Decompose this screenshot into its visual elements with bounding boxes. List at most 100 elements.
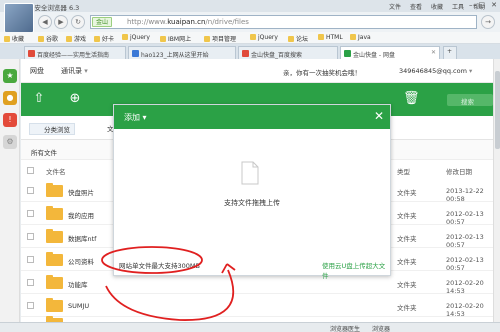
annotation-ellipse bbox=[101, 246, 203, 274]
file-date: 2012-02-20 14:53 bbox=[446, 279, 484, 295]
tab-hao123[interactable]: hao123_上网从这里开始 bbox=[128, 46, 236, 59]
bookmark-item[interactable]: IBM网上 bbox=[160, 34, 191, 43]
folder-icon bbox=[66, 36, 72, 42]
browser-doctor[interactable]: 浏览器医生 bbox=[330, 324, 360, 332]
select-all-checkbox[interactable] bbox=[27, 167, 34, 174]
address-bar[interactable]: 金山 http://www.kuaipan.cn/n/drive/files bbox=[90, 15, 477, 29]
avatar[interactable] bbox=[4, 3, 34, 33]
bookmark-item[interactable]: 论坛 bbox=[288, 34, 308, 43]
contacts-menu[interactable]: 通讯录 ▾ bbox=[61, 66, 88, 76]
minimize-button[interactable]: – bbox=[469, 1, 473, 9]
url-domain: kuaipan.cn bbox=[167, 18, 206, 26]
menu-file[interactable]: 文件 bbox=[389, 4, 401, 11]
file-name[interactable]: 快盘照片 bbox=[68, 187, 94, 197]
file-type: 文件夹 bbox=[397, 258, 417, 266]
drive-logo-label[interactable]: 网盘 bbox=[30, 66, 44, 76]
row-checkbox[interactable] bbox=[27, 302, 34, 309]
search-input[interactable]: 搜索 bbox=[447, 94, 493, 106]
scroll-thumb[interactable] bbox=[495, 71, 500, 149]
go-button[interactable]: → bbox=[481, 15, 495, 29]
tab-kuaipan[interactable]: 金山快盘 - 网盘 ✕ bbox=[340, 46, 440, 59]
tab-category-browse[interactable]: 分类浏览 bbox=[29, 123, 75, 135]
file-name[interactable]: 数据库ntf bbox=[68, 233, 96, 243]
column-header-name[interactable]: 文件名 bbox=[46, 166, 66, 176]
bookmark-item[interactable]: jQuery bbox=[122, 34, 150, 41]
forward-button[interactable]: ▶ bbox=[54, 15, 68, 29]
folder-icon bbox=[122, 34, 128, 40]
weibo-icon[interactable]: ● bbox=[3, 91, 17, 105]
file-date: 2012-02-13 00:57 bbox=[446, 233, 484, 249]
left-sidebar: ★ ● ! ⚙ bbox=[0, 59, 20, 322]
caret-down-icon: ▾ bbox=[469, 67, 473, 75]
new-folder-icon[interactable]: ⊕ bbox=[67, 91, 83, 107]
menu-view[interactable]: 查看 bbox=[410, 4, 422, 11]
url-text[interactable]: http://www.kuaipan.cn/n/drive/files bbox=[127, 18, 249, 26]
breadcrumb-all-files[interactable]: 所有文件 bbox=[31, 147, 57, 157]
delete-icon[interactable]: 🗑 bbox=[403, 91, 420, 107]
file-date: 2012-02-13 00:57 bbox=[446, 256, 484, 272]
add-menu[interactable]: 添加 ▾ bbox=[124, 112, 147, 123]
upload-icon[interactable]: ⇧ bbox=[31, 91, 47, 107]
row-checkbox[interactable] bbox=[27, 233, 34, 240]
file-date: 2013-12-22 00:58 bbox=[446, 187, 484, 203]
title-bar: 360安全浏览器 6.3 文件 查看 收藏 工具 帮助 – □ ✕ bbox=[0, 0, 500, 12]
bookmark-item[interactable]: Java bbox=[350, 34, 371, 41]
row-checkbox[interactable] bbox=[27, 210, 34, 217]
tab-favicon bbox=[28, 50, 35, 57]
bookmark-item[interactable]: jQuery bbox=[250, 34, 278, 41]
folder-icon bbox=[350, 34, 356, 40]
close-window-button[interactable]: ✕ bbox=[491, 1, 497, 9]
file-type: 文件夹 bbox=[397, 281, 417, 289]
folder-icon bbox=[46, 252, 63, 266]
star-icon bbox=[4, 36, 10, 42]
tab-baidu-jingyan[interactable]: 百度经验——实用生活指南 bbox=[24, 46, 126, 59]
folder-icon bbox=[46, 275, 63, 289]
tab-favicon bbox=[242, 50, 249, 57]
file-name[interactable]: 公司资料 bbox=[68, 256, 94, 266]
close-tab-icon[interactable]: ✕ bbox=[431, 49, 436, 56]
file-name[interactable]: 我的应用 bbox=[68, 210, 94, 220]
caret-down-icon: ▾ bbox=[142, 113, 147, 122]
account-menu[interactable]: 349646845@qq.com ▾ bbox=[399, 67, 472, 75]
row-checkbox[interactable] bbox=[27, 256, 34, 263]
url-path: /n/drive/files bbox=[205, 18, 249, 26]
folder-icon bbox=[94, 36, 100, 42]
dialog-header: 添加 ▾ ✕ bbox=[114, 105, 390, 129]
bookmark-item[interactable]: 好卡 bbox=[94, 34, 114, 43]
settings-icon[interactable]: ⚙ bbox=[3, 135, 17, 149]
file-icon bbox=[241, 161, 259, 185]
file-type: 文件夹 bbox=[397, 235, 417, 243]
file-name[interactable]: SUMJU bbox=[68, 302, 89, 310]
window-controls: – □ ✕ bbox=[463, 1, 497, 9]
drag-drop-hint: 支持文件拖拽上传 bbox=[224, 199, 280, 207]
folder-icon bbox=[46, 183, 63, 197]
bookmark-item[interactable]: 项目管理 bbox=[204, 34, 236, 43]
menu-favorites[interactable]: 收藏 bbox=[431, 4, 443, 11]
tab-baidu-search[interactable]: 金山快盘_百度搜索 bbox=[238, 46, 338, 59]
cloud-upload-link[interactable]: 使用云U盘上传超大文件 bbox=[322, 260, 390, 280]
bookmark-item[interactable]: HTML bbox=[318, 34, 343, 41]
close-icon[interactable]: ✕ bbox=[374, 109, 384, 123]
tab-bar: 百度经验——实用生活指南 hao123_上网从这里开始 金山快盘_百度搜索 金山… bbox=[0, 44, 500, 59]
annotation-highlight bbox=[101, 246, 236, 321]
lottery-greeting[interactable]: 亲，你有一次抽奖机会哦！ bbox=[283, 67, 361, 77]
folder-icon bbox=[250, 34, 256, 40]
back-button[interactable]: ◀ bbox=[38, 15, 52, 29]
file-name[interactable]: 功能库 bbox=[68, 279, 88, 289]
bookmark-item[interactable]: 谷歌 bbox=[38, 34, 58, 43]
row-checkbox[interactable] bbox=[27, 279, 34, 286]
column-header-date[interactable]: 修改日期 bbox=[446, 166, 472, 176]
browser-label[interactable]: 浏览器 bbox=[372, 324, 390, 332]
row-checkbox[interactable] bbox=[27, 187, 34, 194]
alert-icon[interactable]: ! bbox=[3, 113, 17, 127]
folder-icon bbox=[318, 34, 324, 40]
navigation-bar: ◀ ▶ ↻ 金山 http://www.kuaipan.cn/n/drive/f… bbox=[0, 12, 500, 32]
bookmark-item[interactable]: 游戏 bbox=[66, 34, 86, 43]
star-icon[interactable]: ★ bbox=[3, 69, 17, 83]
new-tab-button[interactable]: + bbox=[443, 46, 457, 59]
column-header-type[interactable]: 类型 bbox=[397, 166, 410, 176]
page-scrollbar[interactable] bbox=[493, 59, 500, 322]
bookmark-favorites[interactable]: 收藏 bbox=[4, 34, 24, 43]
refresh-button[interactable]: ↻ bbox=[71, 15, 85, 29]
maximize-button[interactable]: □ bbox=[479, 1, 486, 9]
